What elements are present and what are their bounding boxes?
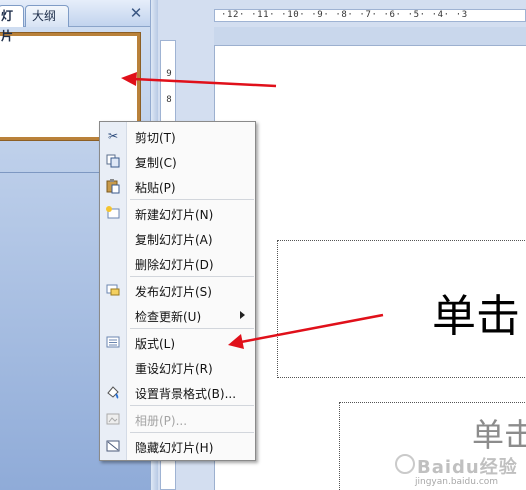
menu-item-publish-slide[interactable]: 发布幻灯片(S) bbox=[100, 278, 255, 302]
vertical-ruler-mark: 8 bbox=[166, 95, 172, 105]
menu-item-label: 设置背景格式(B)... bbox=[135, 387, 237, 401]
menu-item-cut[interactable]: ✂ 剪切(T) bbox=[100, 124, 255, 148]
menu-item-label: 发布幻灯片(S) bbox=[135, 285, 212, 299]
menu-item-label: 删除幻灯片(D) bbox=[135, 258, 214, 272]
pane-tab-bar: 灯片 大纲 ✕ bbox=[0, 0, 150, 43]
menu-item-new-slide[interactable]: 新建幻灯片(N) bbox=[100, 201, 255, 225]
publish-slide-icon bbox=[105, 282, 121, 298]
menu-item-layout[interactable]: 版式(L) bbox=[100, 330, 255, 354]
menu-item-label: 剪切(T) bbox=[135, 131, 176, 145]
format-background-icon bbox=[105, 384, 121, 400]
baidu-paw-icon bbox=[395, 454, 415, 474]
menu-item-duplicate-slide[interactable]: 复制幻灯片(A) bbox=[100, 226, 255, 250]
watermark: Baidu经验 jingyan.baidu.com bbox=[393, 452, 526, 490]
menu-item-delete-slide[interactable]: 删除幻灯片(D) bbox=[100, 251, 255, 275]
vertical-ruler-mark: 9 bbox=[166, 69, 172, 79]
menu-item-label: 复制幻灯片(A) bbox=[135, 233, 213, 247]
tab-outline[interactable]: 大纲 bbox=[25, 5, 69, 27]
menu-item-label: 版式(L) bbox=[135, 337, 176, 351]
layout-icon bbox=[105, 334, 121, 350]
photo-album-icon bbox=[105, 411, 121, 427]
title-placeholder-text: 单击 bbox=[432, 291, 520, 342]
close-icon[interactable]: ✕ bbox=[127, 4, 145, 22]
menu-separator bbox=[130, 199, 254, 200]
menu-item-label: 复制(C) bbox=[135, 156, 177, 170]
menu-separator bbox=[130, 276, 254, 277]
watermark-title: Baidu经验 bbox=[417, 457, 518, 478]
menu-item-label: 检查更新(U) bbox=[135, 310, 202, 324]
hide-slide-icon bbox=[105, 438, 121, 454]
tab-slides[interactable]: 灯片 bbox=[0, 5, 24, 43]
menu-item-hide-slide[interactable]: 隐藏幻灯片(H) bbox=[100, 434, 255, 458]
menu-item-reset-slide[interactable]: 重设幻灯片(R) bbox=[100, 355, 255, 379]
watermark-url: jingyan.baidu.com bbox=[415, 477, 499, 487]
copy-icon bbox=[105, 153, 121, 169]
menu-item-paste[interactable]: 粘贴(P) bbox=[100, 174, 255, 198]
menu-item-label: 新建幻灯片(N) bbox=[135, 208, 214, 222]
menu-item-label: 相册(P)... bbox=[135, 414, 188, 428]
menu-separator bbox=[130, 432, 254, 433]
menu-item-photo-album: 相册(P)... bbox=[100, 407, 255, 431]
menu-item-check-updates[interactable]: 检查更新(U) bbox=[100, 303, 255, 327]
menu-separator bbox=[130, 405, 254, 406]
subtitle-placeholder-text: 单击 bbox=[472, 416, 526, 454]
scissors-icon: ✂ bbox=[107, 129, 119, 143]
menu-item-label: 重设幻灯片(R) bbox=[135, 362, 213, 376]
menu-item-label: 隐藏幻灯片(H) bbox=[135, 441, 214, 455]
menu-item-label: 粘贴(P) bbox=[135, 181, 176, 195]
menu-separator bbox=[130, 328, 254, 329]
menu-item-format-background[interactable]: 设置背景格式(B)... bbox=[100, 380, 255, 404]
menu-item-copy[interactable]: 复制(C) bbox=[100, 149, 255, 173]
horizontal-ruler: ·12· ·11· ·10· ·9· ·8· ·7· ·6· ·5· ·4· ·… bbox=[214, 9, 526, 22]
paste-icon bbox=[105, 178, 121, 194]
context-menu: ✂ 剪切(T) 复制(C) 粘贴(P) 新建幻灯片(N) 复制幻灯片(A) 删除… bbox=[99, 121, 256, 461]
new-slide-icon bbox=[105, 205, 121, 221]
submenu-arrow-icon bbox=[240, 311, 245, 319]
